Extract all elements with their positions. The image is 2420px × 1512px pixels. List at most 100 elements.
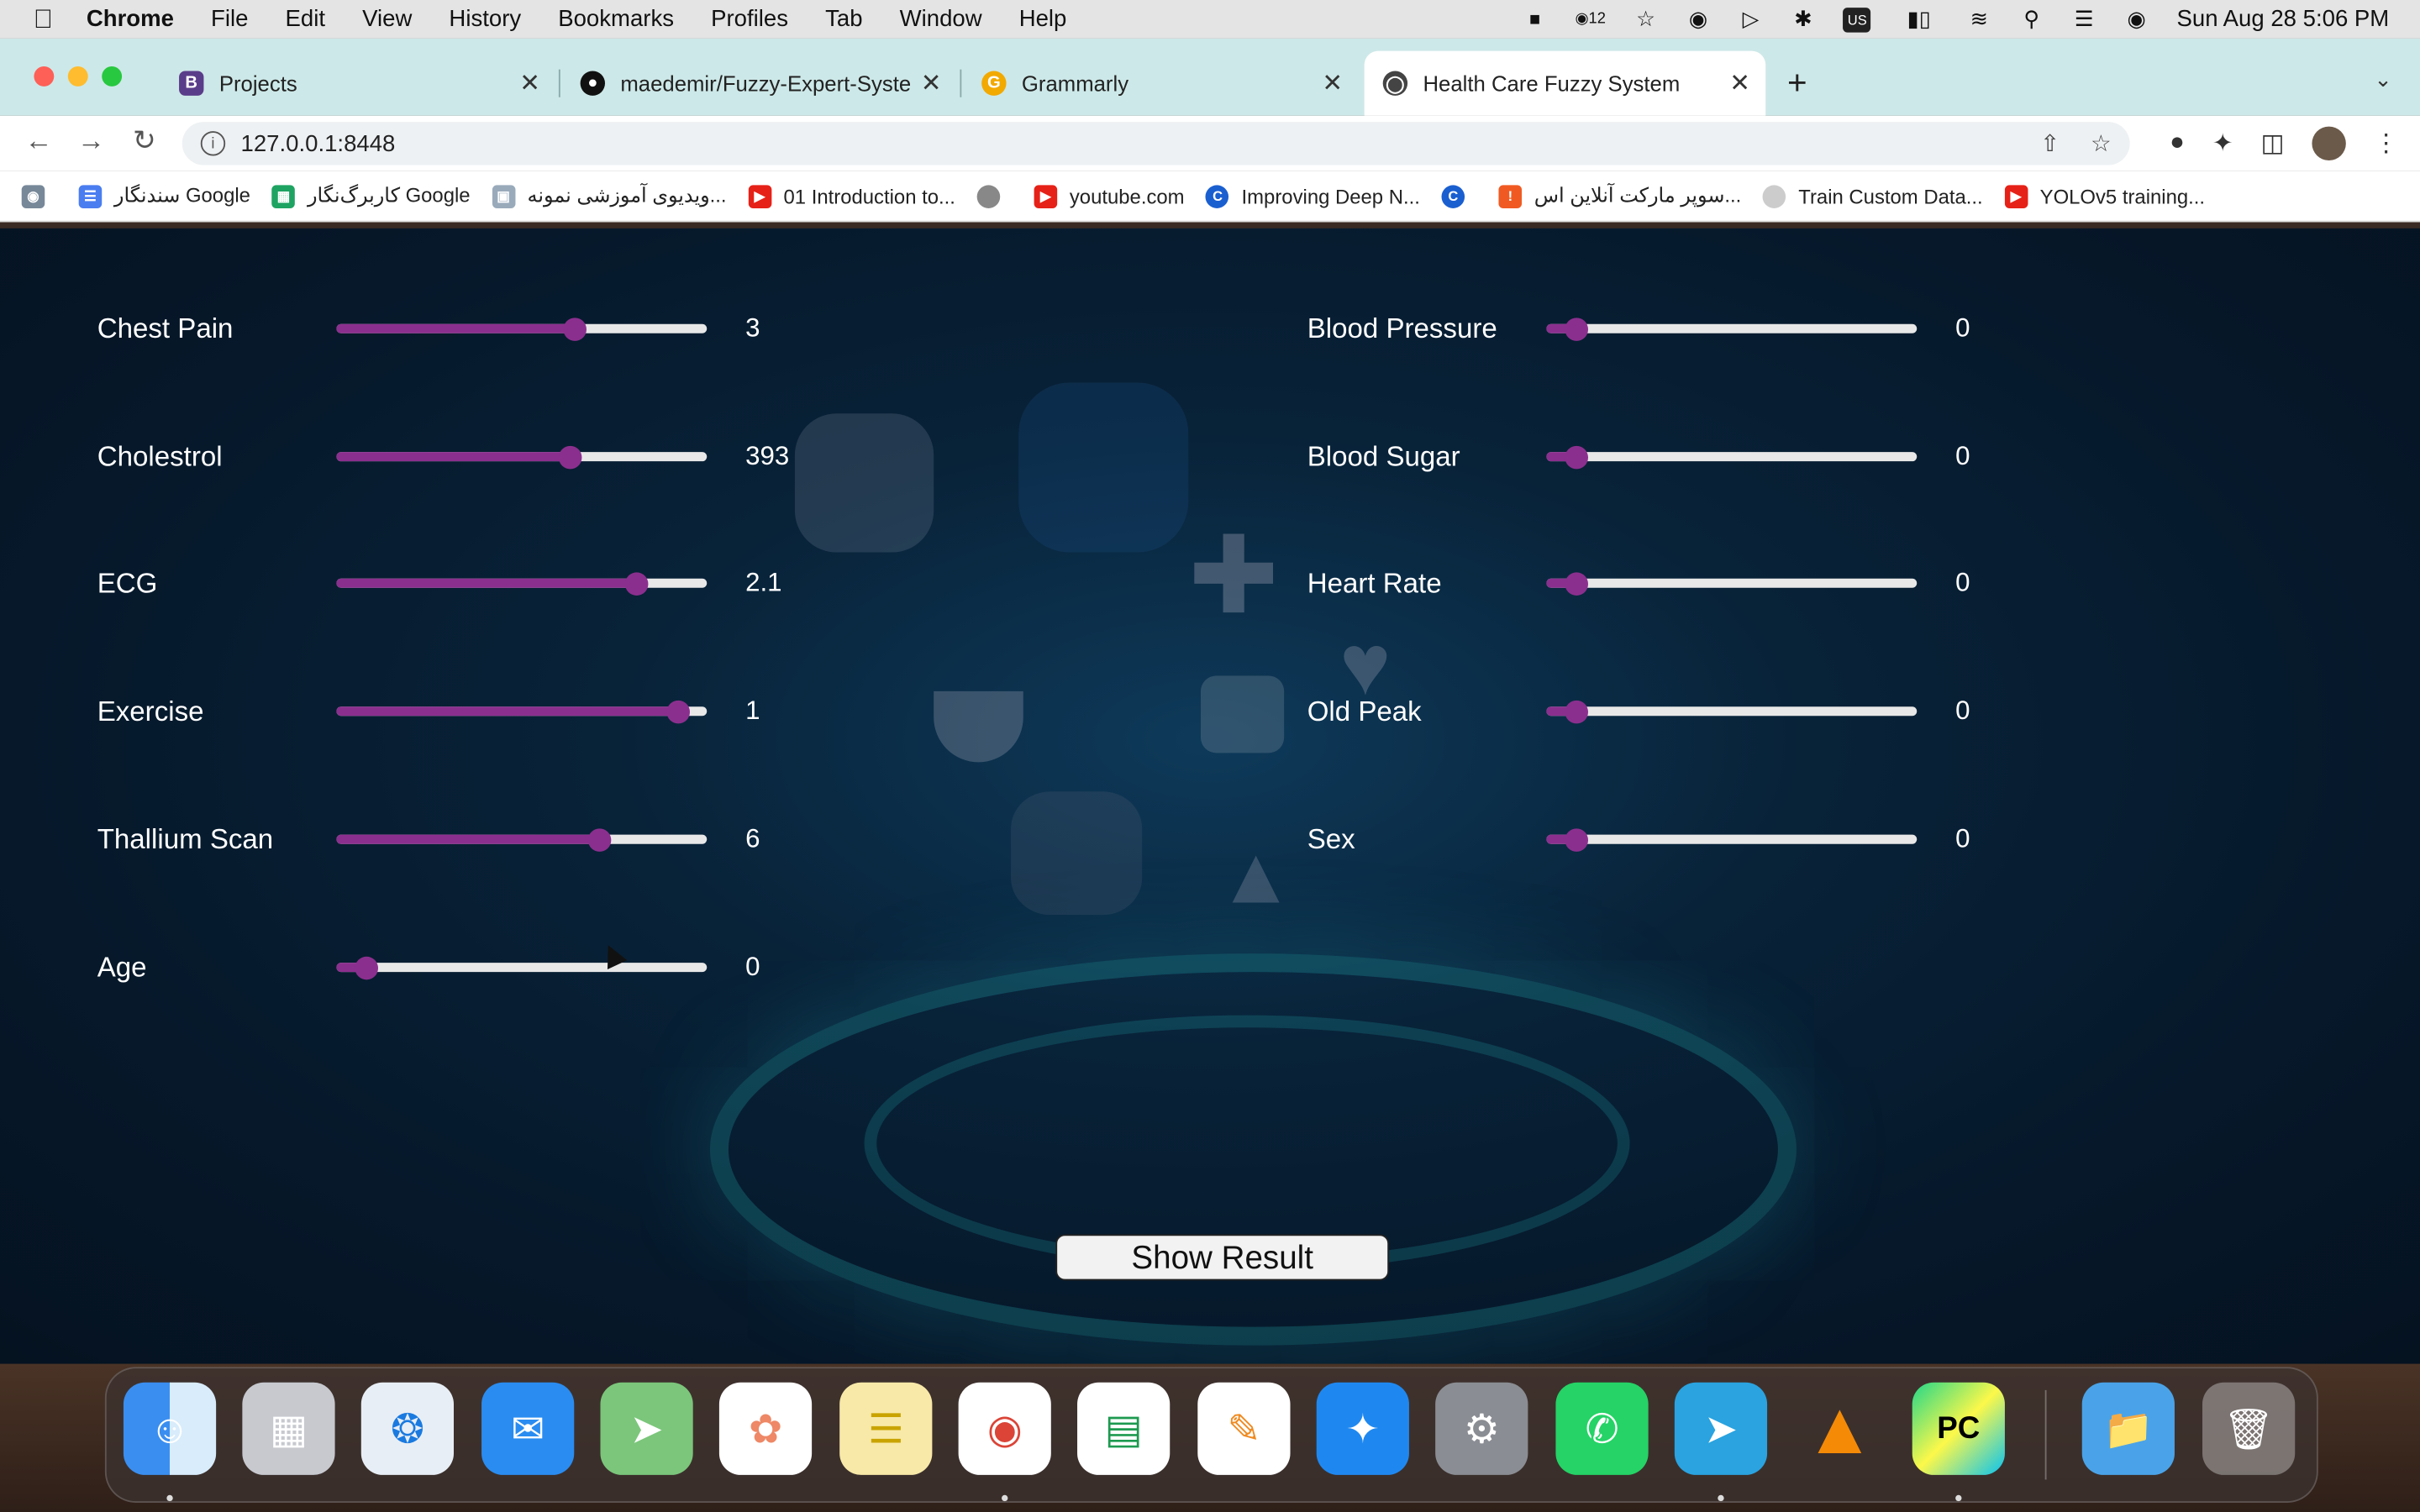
menu-history[interactable]: History — [449, 6, 521, 32]
close-tab-icon[interactable]: ✕ — [921, 68, 942, 99]
back-arrow-icon[interactable]: ← — [24, 125, 52, 158]
menu-help[interactable]: Help — [1019, 6, 1067, 32]
stop-record-icon[interactable]: ⏹ — [1523, 6, 1547, 31]
address-bar[interactable]: i 127.0.0.1:8448 ⇧ ☆ — [182, 122, 2130, 165]
bookmark-youtube[interactable]: ▶ youtube.com — [1034, 184, 1185, 208]
menu-view[interactable]: View — [362, 6, 412, 32]
blood-pressure-slider[interactable] — [1546, 318, 1918, 341]
thallium-scan-slider[interactable] — [336, 828, 708, 852]
slider-thumb[interactable] — [666, 700, 690, 724]
bookmark-google-docs[interactable]: ☰ سندنگار Google — [78, 184, 250, 208]
blood-sugar-slider[interactable] — [1546, 445, 1918, 470]
bookmark-train-custom[interactable]: Train Custom Data... — [1763, 184, 1983, 208]
slider-thumb[interactable] — [559, 445, 582, 470]
close-tab-icon[interactable]: ✕ — [1729, 68, 1750, 99]
photos-icon[interactable]: ✿ — [718, 1382, 813, 1475]
notification-badge-icon[interactable]: ◉ 12 — [1575, 7, 1605, 31]
extensions-puzzle-icon[interactable]: ✦ — [2212, 128, 2233, 159]
menu-bookmarks[interactable]: Bookmarks — [558, 6, 674, 32]
bookmark-yolov5[interactable]: ▶ YOLOv5 training... — [2004, 184, 2205, 208]
slider-thumb[interactable] — [1565, 445, 1589, 470]
share-icon[interactable]: ⇧ — [2040, 129, 2060, 157]
close-tab-icon[interactable]: ✕ — [519, 68, 540, 99]
trash-icon[interactable]: 🗑 — [2202, 1382, 2296, 1475]
forward-arrow-icon[interactable]: → — [77, 125, 105, 158]
chest-pain-slider[interactable] — [336, 318, 708, 341]
bookmark-star-icon[interactable]: ☆ — [2091, 129, 2112, 157]
exercise-slider[interactable] — [336, 700, 708, 724]
apple-icon[interactable]:  — [0, 4, 87, 35]
age-slider[interactable] — [336, 956, 708, 980]
battery-icon[interactable]: ▮▯ — [1899, 6, 1939, 31]
chrome-icon[interactable]: ◉ — [958, 1382, 1051, 1475]
bookmark-coursera[interactable]: C — [1441, 184, 1477, 208]
pages-icon[interactable]: ✎ — [1197, 1382, 1291, 1475]
bookmark-introduction[interactable]: ▶ 01 Introduction to... — [748, 184, 955, 208]
launchpad-icon[interactable]: ▦ — [242, 1382, 335, 1475]
new-tab-button[interactable]: + — [1787, 63, 1807, 103]
safari-icon[interactable]: ❂ — [360, 1382, 454, 1475]
bookmark-google-sheets[interactable]: ▦ کاربرگ‌نگار Google — [271, 184, 471, 208]
side-panel-icon[interactable]: ◫ — [2261, 128, 2285, 159]
tab-grammarly[interactable]: G Grammarly ✕ — [963, 51, 1358, 116]
whatsapp-icon[interactable]: ✆ — [1555, 1382, 1649, 1475]
app-store-icon[interactable]: ✦ — [1316, 1382, 1409, 1475]
bluetooth-icon[interactable]: ✱ — [1791, 6, 1815, 31]
input-source-icon[interactable]: US — [1843, 7, 1871, 32]
telegram-icon[interactable]: ➤ — [1674, 1382, 1768, 1475]
pycharm-icon[interactable]: PC — [1912, 1382, 2005, 1475]
menu-profiles[interactable]: Profiles — [711, 6, 788, 32]
zoom-window-button[interactable] — [102, 66, 123, 87]
bookmark-globe[interactable] — [976, 184, 1013, 208]
cholestrol-slider[interactable] — [336, 445, 708, 470]
ecg-slider[interactable] — [336, 572, 708, 596]
slider-thumb[interactable] — [625, 572, 650, 596]
bookmark-apps[interactable]: ◉ — [21, 184, 57, 208]
star-icon[interactable]: ☆ — [1634, 6, 1658, 31]
profile-avatar[interactable] — [2312, 126, 2346, 161]
minimize-window-button[interactable] — [67, 66, 88, 87]
close-window-button[interactable] — [34, 66, 55, 87]
play-icon[interactable]: ▷ — [1739, 6, 1763, 31]
tab-projects[interactable]: B Projects ✕ — [160, 51, 555, 116]
wifi-icon[interactable]: ≋ — [1967, 6, 1991, 31]
slider-thumb[interactable] — [1565, 572, 1589, 596]
spotlight-search-icon[interactable]: ⚲ — [2019, 6, 2044, 31]
slider-thumb[interactable] — [355, 956, 379, 980]
numbers-icon[interactable]: ▤ — [1077, 1382, 1171, 1475]
control-center-icon[interactable]: ☰ — [2072, 6, 2096, 31]
bookmark-supermarket[interactable]: ! سوپر مارکت آنلاین اس... — [1498, 184, 1741, 208]
folder-icon[interactable]: 📁 — [2081, 1382, 2175, 1475]
menubar-clock[interactable]: Sun Aug 28 5:06 PM — [2177, 6, 2390, 32]
cookie-extension-icon[interactable]: ● — [2170, 129, 2185, 157]
vlc-icon[interactable]: ▲ — [1793, 1383, 1886, 1475]
heart-rate-slider[interactable] — [1546, 572, 1918, 596]
notes-icon[interactable]: ☰ — [839, 1382, 933, 1475]
bookmark-improving-deep[interactable]: C Improving Deep N... — [1206, 184, 1420, 208]
tab-health-care-fuzzy-system[interactable]: ◯ Health Care Fuzzy System ✕ — [1364, 50, 1766, 116]
menu-tab[interactable]: Tab — [825, 6, 862, 32]
slider-thumb[interactable] — [562, 318, 587, 341]
slider-thumb[interactable] — [1565, 700, 1589, 724]
mail-icon[interactable]: ✉ — [481, 1382, 575, 1475]
menu-window[interactable]: Window — [900, 6, 982, 32]
slider-thumb[interactable] — [1565, 318, 1589, 341]
close-tab-icon[interactable]: ✕ — [1322, 68, 1343, 99]
slider-thumb[interactable] — [1565, 828, 1589, 852]
system-preferences-icon[interactable]: ⚙ — [1435, 1382, 1528, 1475]
sex-slider[interactable] — [1546, 828, 1918, 852]
old-peak-slider[interactable] — [1546, 700, 1918, 724]
reload-icon[interactable]: ↻ — [133, 125, 156, 158]
finder-icon[interactable]: ☺ — [123, 1382, 217, 1475]
maps-icon[interactable]: ➤ — [600, 1382, 693, 1475]
menu-edit[interactable]: Edit — [286, 6, 325, 32]
siri-icon[interactable]: ◉ — [2124, 6, 2149, 31]
tab-search-chevron-icon[interactable]: ⌄ — [2374, 66, 2392, 92]
slider-thumb[interactable] — [588, 828, 613, 852]
bookmark-video-tutorial[interactable]: ▣ ویدیوی آموزشی نمونه... — [492, 184, 727, 208]
menu-app-name[interactable]: Chrome — [87, 6, 174, 32]
site-info-icon[interactable]: i — [200, 131, 226, 156]
menu-file[interactable]: File — [211, 6, 248, 32]
show-result-button[interactable]: Show Result — [1055, 1234, 1390, 1281]
tab-github[interactable]: ● maedemir/Fuzzy-Expert-Syste ✕ — [562, 51, 957, 116]
